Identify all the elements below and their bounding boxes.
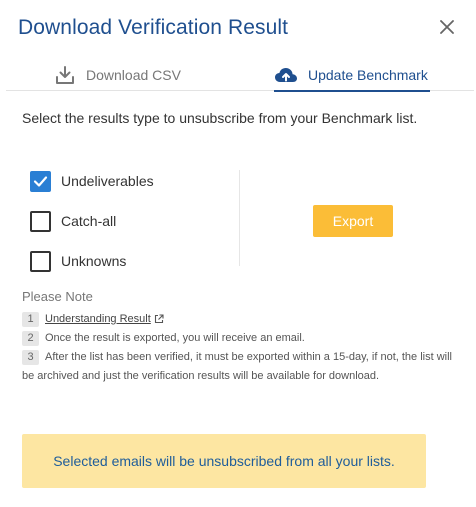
understanding-result-link[interactable]: Understanding Result: [45, 313, 151, 325]
tab-download-csv-label: Download CSV: [86, 66, 181, 83]
unsubscribe-warning-alert: Selected emails will be unsubscribed fro…: [22, 434, 426, 488]
close-icon: [440, 20, 454, 34]
tab-update-benchmark-label: Update Benchmark: [308, 66, 428, 83]
active-tab-indicator: [274, 90, 430, 92]
note-item-1: 1 Understanding Result: [22, 310, 164, 329]
tab-bar: Download CSV Update Benchmark: [6, 58, 474, 92]
export-button[interactable]: Export: [313, 205, 393, 237]
checkbox-undeliverables[interactable]: [30, 170, 51, 192]
tab-download-csv[interactable]: Download CSV: [54, 58, 181, 91]
checkbox-unknowns[interactable]: [30, 250, 51, 272]
instruction-text: Select the results type to unsubscribe f…: [22, 110, 418, 126]
note-text: Once the result is exported, you will re…: [45, 332, 305, 344]
note-item-2: 2 Once the result is exported, you will r…: [22, 329, 305, 348]
option-unknowns[interactable]: Unknowns: [30, 248, 210, 274]
option-label: Catch-all: [61, 213, 117, 229]
note-title: Please Note: [22, 289, 93, 304]
dialog-title: Download Verification Result: [18, 16, 289, 39]
checkbox-catch-all[interactable]: [30, 210, 51, 232]
cloud-upload-icon: [275, 67, 297, 82]
option-catch-all[interactable]: Catch-all: [30, 208, 210, 234]
external-link-icon[interactable]: [154, 314, 164, 324]
note-number: 3: [22, 349, 39, 365]
check-icon: [33, 175, 48, 187]
note-text: After the list has been verified, it mus…: [22, 351, 452, 382]
note-item-3: 3 After the list has been verified, it mu…: [22, 348, 462, 386]
note-number: 1: [22, 311, 39, 327]
option-undeliverables[interactable]: Undeliverables: [30, 168, 210, 194]
close-button[interactable]: [436, 16, 458, 38]
tab-update-benchmark[interactable]: Update Benchmark: [274, 58, 430, 92]
option-label: Unknowns: [61, 253, 127, 269]
option-label: Undeliverables: [61, 173, 154, 189]
download-icon: [56, 65, 74, 84]
vertical-divider: [239, 170, 240, 266]
note-number: 2: [22, 330, 39, 346]
